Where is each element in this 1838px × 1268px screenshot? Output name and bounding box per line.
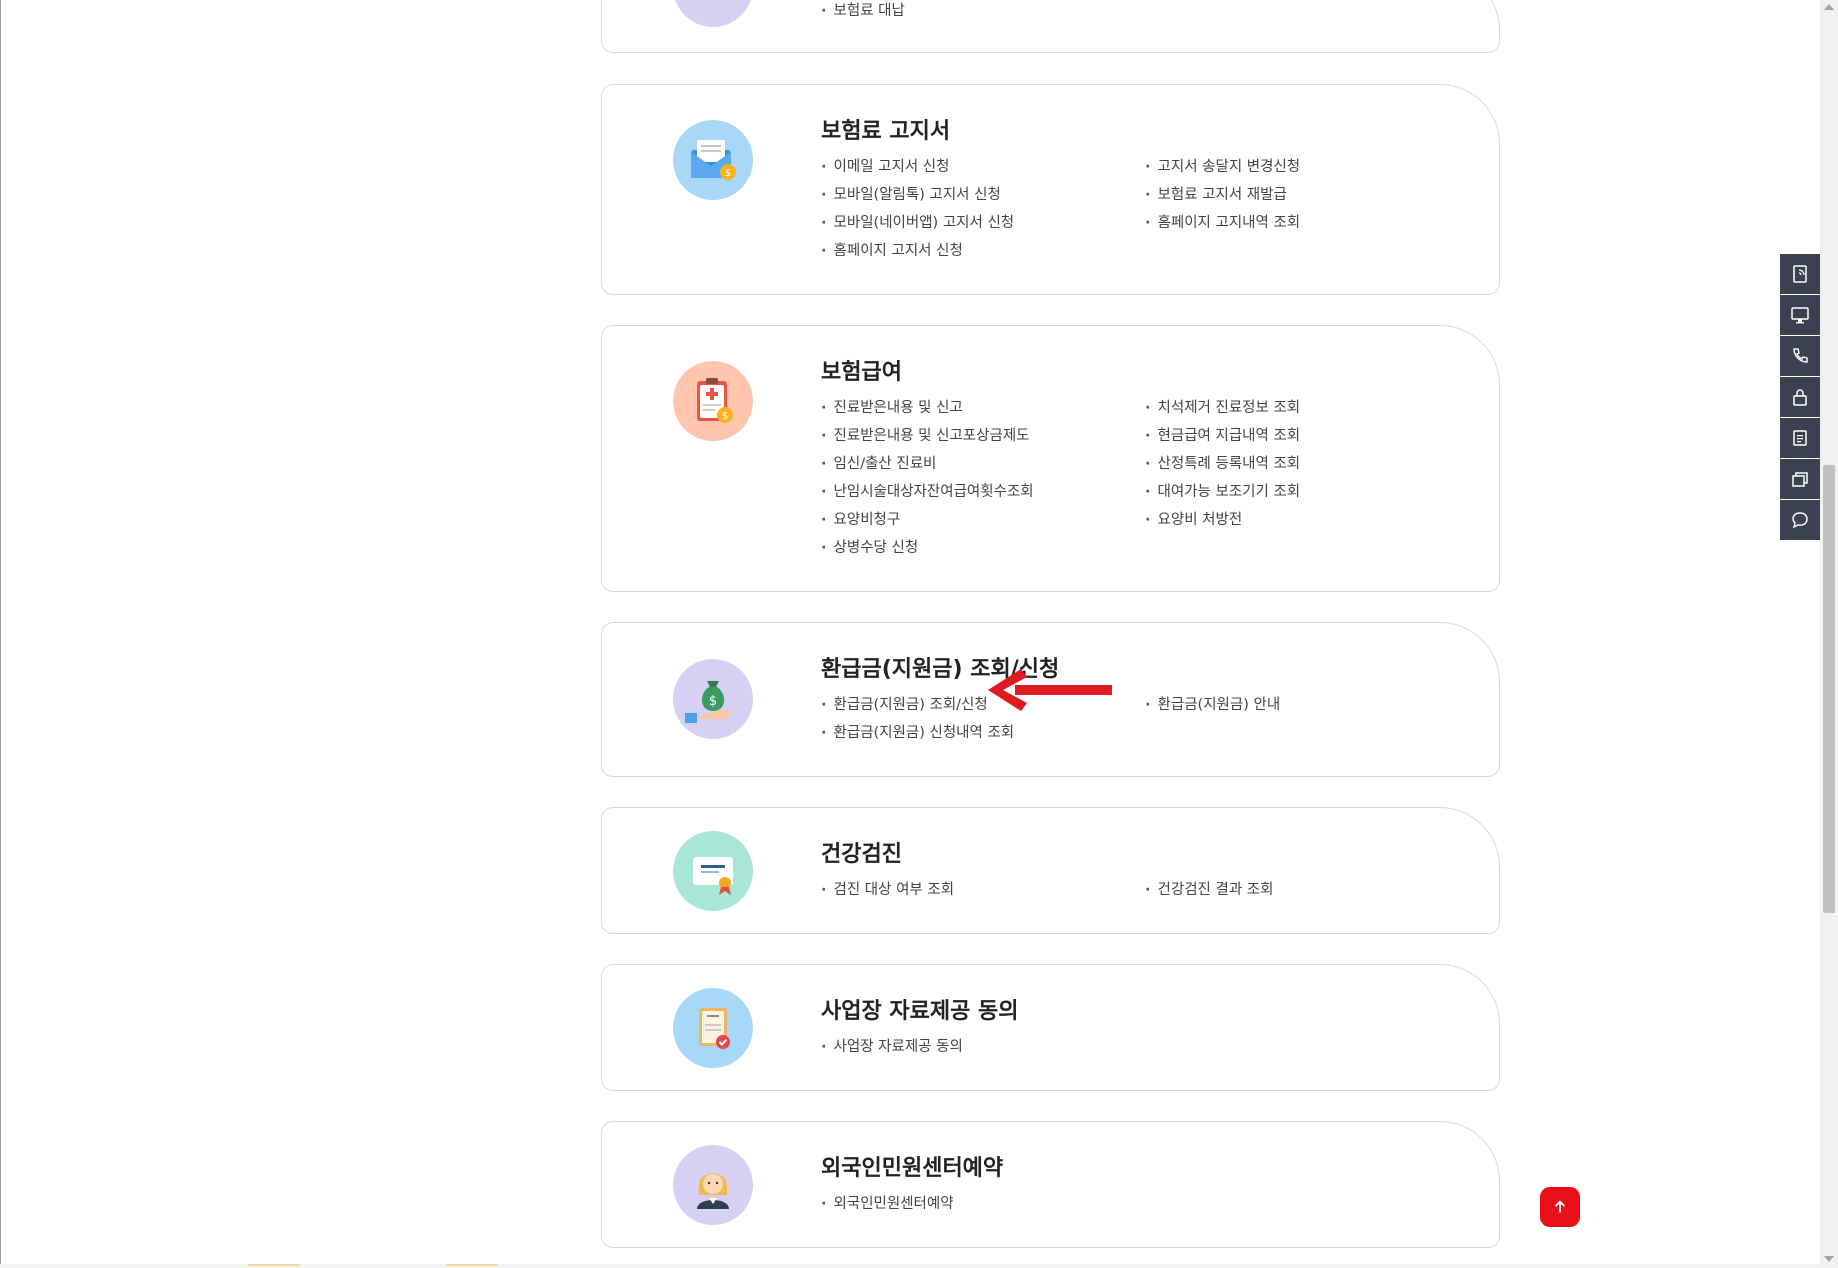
- windows-icon: [1792, 472, 1808, 487]
- quick-menu-phone-button[interactable]: [1780, 336, 1820, 376]
- chat-icon: [1792, 512, 1808, 529]
- quick-menu-chat-button[interactable]: [1780, 500, 1820, 540]
- partial-icon: [673, 0, 753, 27]
- scroll-down-icon[interactable]: [1824, 1256, 1834, 1262]
- list-item[interactable]: 요양비청구: [821, 506, 1034, 534]
- bottom-strip: [0, 1264, 1820, 1268]
- card-list-col1: 사업장 자료제공 동의: [821, 1033, 963, 1061]
- list-item[interactable]: 환급금(지원금) 신청내역 조회: [821, 719, 1015, 747]
- card-list-col2: 치석제거 진료정보 조회 현금급여 지급내역 조회 산정특례 등록내역 조회 대…: [1145, 394, 1301, 534]
- quick-menu-list-button[interactable]: [1780, 418, 1820, 458]
- card-health-checkup: 건강검진 검진 대상 여부 조회 건강검진 결과 조회: [601, 807, 1500, 934]
- card-premium-proxy: 보험료 대납: [601, 0, 1500, 53]
- envelope-coin-icon: $: [673, 120, 753, 200]
- card-title: 사업장 자료제공 동의: [821, 999, 1019, 1024]
- list-item[interactable]: 요양비 처방전: [1145, 506, 1300, 534]
- list-item[interactable]: 검진 대상 여부 조회: [821, 876, 955, 904]
- list-item[interactable]: 모바일(네이버앱) 고지서 신청: [821, 209, 1015, 237]
- arrow-up-icon: [1554, 1200, 1566, 1213]
- medical-clipboard-icon: $: [673, 361, 753, 441]
- list-item[interactable]: 이메일 고지서 신청: [821, 153, 1014, 181]
- card-title: 보험료 고지서: [821, 119, 951, 144]
- list-item[interactable]: 보험료 고지서 재발급: [1145, 181, 1300, 209]
- strip-mark: [248, 1264, 300, 1266]
- svg-text:$: $: [725, 168, 731, 179]
- list-item[interactable]: 치석제거 진료정보 조회: [1145, 394, 1301, 422]
- card-title: 외국인민원센터예약: [821, 1156, 1004, 1181]
- document-icon: [1793, 265, 1807, 283]
- list-item[interactable]: 홈페이지 고지내역 조회: [1145, 209, 1301, 237]
- monitor-icon: [1791, 307, 1809, 324]
- card-list-col1: 진료받은내용 및 신고 진료받은내용 및 신고포상금제도 임신/출산 진료비 난…: [821, 394, 1034, 562]
- list-item[interactable]: 난임시술대상자잔여급여횟수조회: [821, 478, 1034, 506]
- phone-icon: [1793, 348, 1808, 363]
- svg-text:$: $: [722, 411, 728, 422]
- page-left-edge: [0, 0, 1, 1268]
- quick-menu-monitor-button[interactable]: [1780, 295, 1820, 335]
- list-icon: [1793, 430, 1807, 446]
- list-item[interactable]: 현금급여 지급내역 조회: [1145, 422, 1301, 450]
- list-item[interactable]: 진료받은내용 및 신고: [821, 394, 1034, 422]
- person-avatar-icon: [673, 1145, 753, 1225]
- page-scrollbar[interactable]: [1820, 0, 1838, 1268]
- card-title: 건강검진: [821, 842, 902, 867]
- list-item[interactable]: 홈페이지 고지서 신청: [821, 237, 1014, 265]
- quick-menu-windows-button[interactable]: [1780, 459, 1820, 499]
- list-item[interactable]: 보험료 대납: [821, 0, 905, 25]
- list-item[interactable]: 사업장 자료제공 동의: [821, 1033, 963, 1061]
- quick-menu-lock-button[interactable]: [1780, 377, 1820, 417]
- svg-text:$: $: [709, 694, 717, 709]
- quick-menu: [1780, 254, 1820, 541]
- list-item[interactable]: 대여가능 보조기기 조회: [1145, 478, 1301, 506]
- list-item[interactable]: 건강검진 결과 조회: [1145, 876, 1274, 904]
- card-title: 보험급여: [821, 360, 902, 385]
- card-foreigner-center: 외국인민원센터예약 외국인민원센터예약: [601, 1121, 1500, 1248]
- card-list-col1: 보험료 대납: [821, 0, 905, 25]
- money-bag-hand-icon: $: [673, 659, 753, 739]
- list-item[interactable]: 산정특례 등록내역 조회: [1145, 450, 1301, 478]
- quick-menu-document-button[interactable]: [1780, 254, 1820, 294]
- scroll-up-icon[interactable]: [1824, 4, 1834, 10]
- card-list-col2: 건강검진 결과 조회: [1145, 876, 1274, 904]
- card-list-col2: 환급금(지원금) 안내: [1145, 691, 1281, 719]
- list-item[interactable]: 모바일(알림톡) 고지서 신청: [821, 181, 1014, 209]
- card-list-col1: 검진 대상 여부 조회: [821, 876, 955, 904]
- document-check-icon: [673, 988, 753, 1068]
- card-list-col1: 이메일 고지서 신청 모바일(알림톡) 고지서 신청 모바일(네이버앱) 고지서…: [821, 153, 1015, 265]
- list-item[interactable]: 임신/출산 진료비: [821, 450, 1034, 478]
- list-item[interactable]: 고지서 송달지 변경신청: [1145, 153, 1301, 181]
- lock-icon: [1793, 389, 1807, 406]
- certificate-icon: [673, 831, 753, 911]
- strip-mark: [446, 1264, 498, 1266]
- list-item[interactable]: 상병수당 신청: [821, 534, 1034, 562]
- list-item[interactable]: 환급금(지원금) 안내: [1145, 691, 1281, 719]
- card-premium-notice: $ 보험료 고지서 이메일 고지서 신청 모바일(알림톡) 고지서 신청 모바일…: [601, 84, 1500, 295]
- scrollbar-thumb[interactable]: [1823, 465, 1835, 913]
- list-item[interactable]: 외국인민원센터예약: [821, 1190, 954, 1218]
- card-workplace-consent: 사업장 자료제공 동의 사업장 자료제공 동의: [601, 964, 1500, 1091]
- list-item[interactable]: 진료받은내용 및 신고포상금제도: [821, 422, 1034, 450]
- card-insurance-benefit: $ 보험급여 진료받은내용 및 신고 진료받은내용 및 신고포상금제도 임신/출…: [601, 325, 1500, 592]
- scroll-to-top-button[interactable]: [1540, 1187, 1580, 1227]
- card-list-col1: 외국인민원센터예약: [821, 1190, 954, 1218]
- red-arrow-icon: [988, 669, 1112, 711]
- card-list-col2: 고지서 송달지 변경신청 보험료 고지서 재발급 홈페이지 고지내역 조회: [1145, 153, 1301, 237]
